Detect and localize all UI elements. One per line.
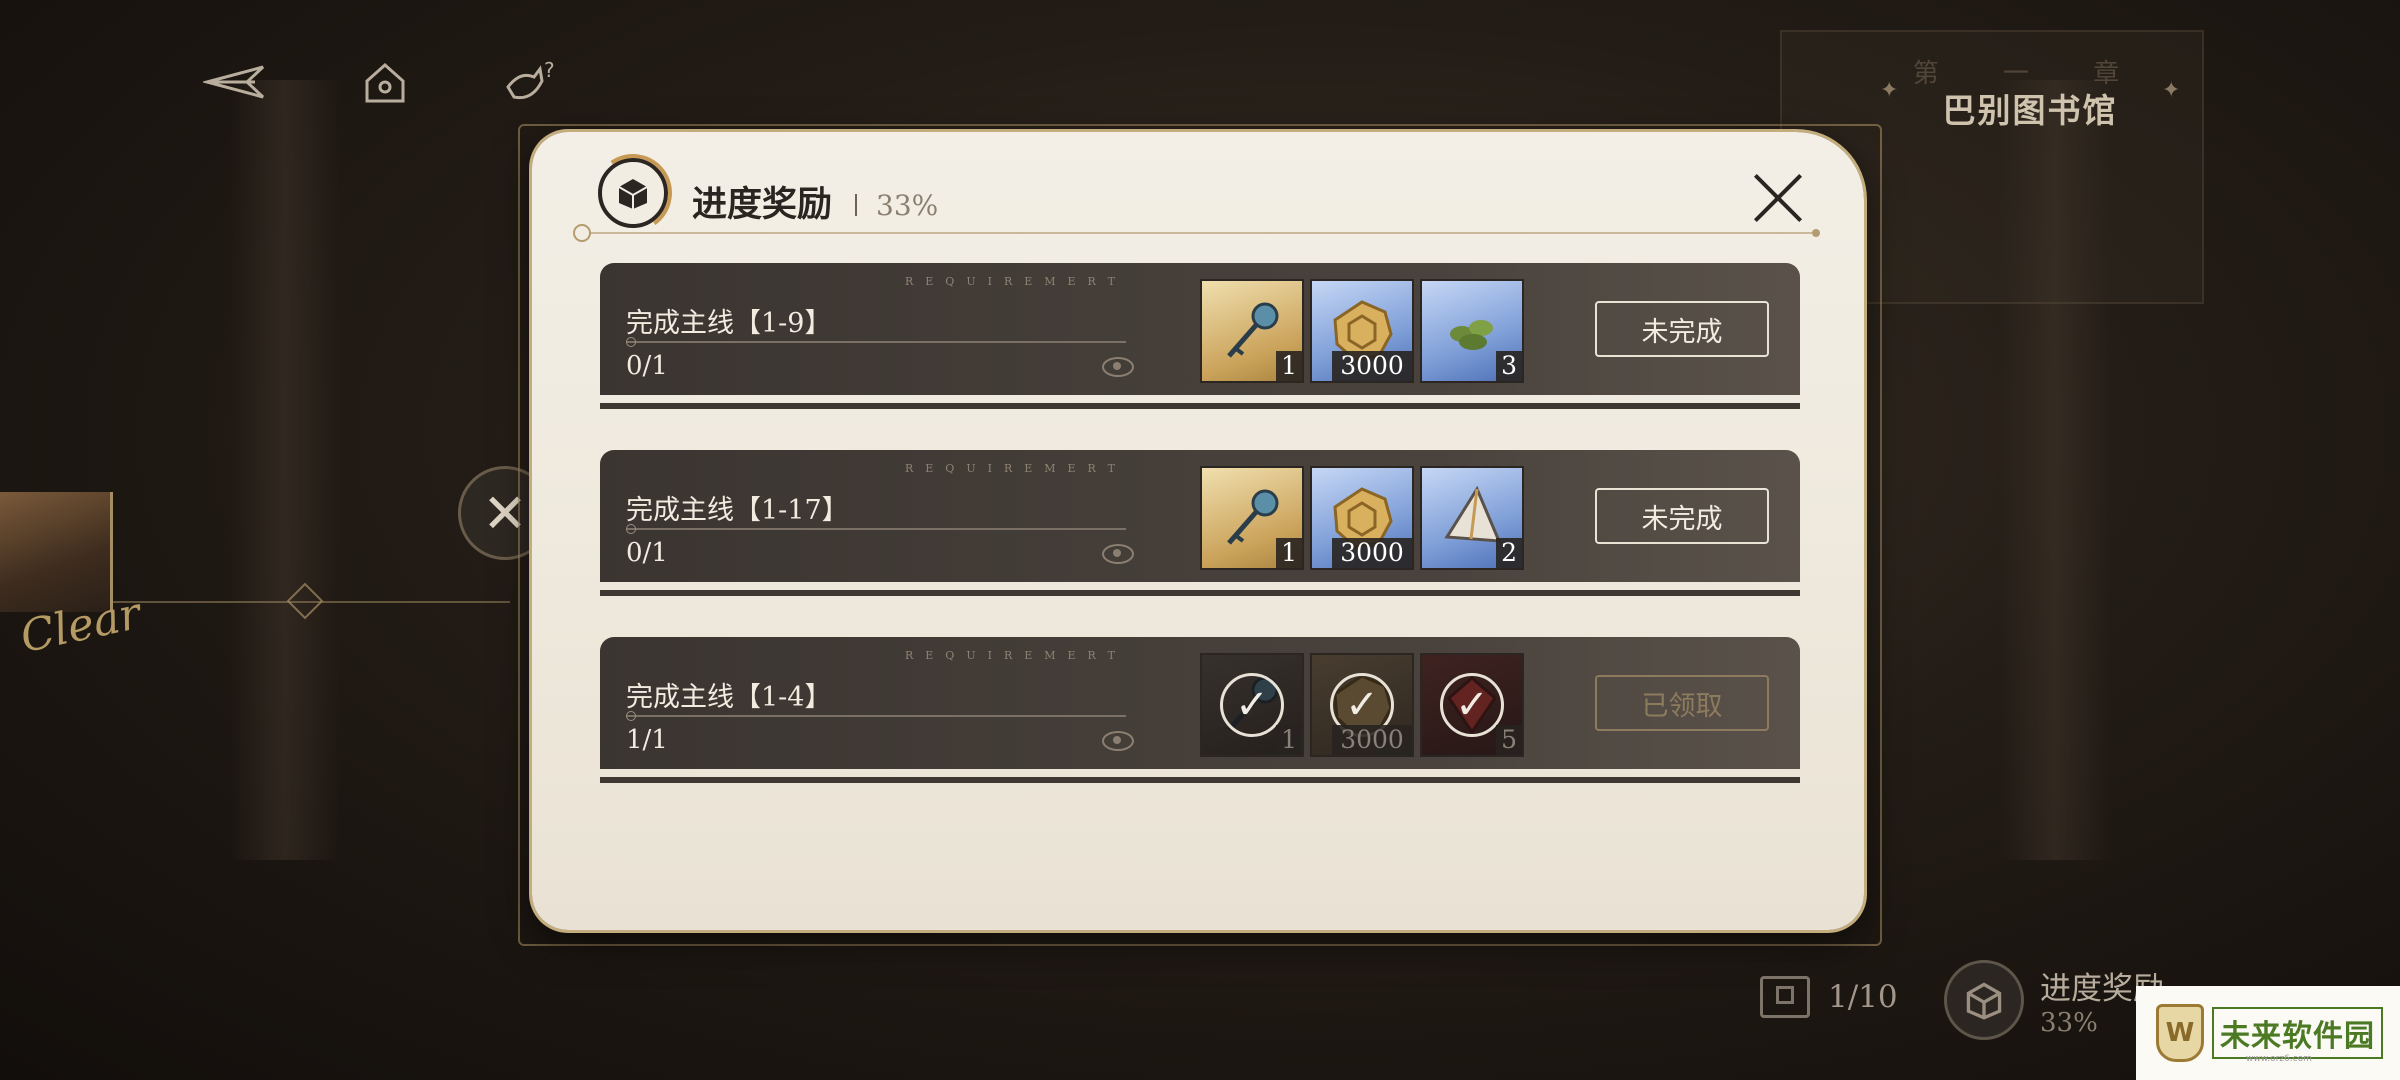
requirement-label: REQUIREMERT [905,462,1127,475]
stage-counter-value: 1/10 [1828,979,1898,1015]
stage-thumbnail[interactable] [0,492,113,612]
reward-item-coin[interactable]: 3000 [1310,279,1414,383]
reward-box-icon [1944,960,2024,1040]
task-name: 完成主线【1-9】 [626,308,832,339]
task-progress-line [626,711,1126,721]
checkmark-icon: ✓ [1440,673,1504,737]
reward-item-key-claimed[interactable]: ✓ 1 [1200,653,1304,757]
modal-title: 进度奖励 [692,184,833,225]
task-progress: 0/1 [626,538,668,568]
background-pillar [230,80,340,860]
eye-icon[interactable] [1102,544,1134,564]
close-icon[interactable] [1752,172,1804,224]
task-progress: 0/1 [626,351,668,381]
task-progress-line [626,337,1126,347]
task-row: REQUIREMERT 完成主线【1-17】 0/1 1 3000 2 未完成 [600,450,1800,596]
home-icon [365,62,405,103]
back-button[interactable] [200,52,270,112]
ticket-icon [1760,976,1810,1018]
modal-percent: 33% [876,189,939,222]
header-divider [582,232,1818,234]
back-arrow-icon [203,65,265,99]
stage-counter[interactable]: 1/10 [1760,976,1898,1018]
help-button[interactable]: ? [495,52,565,112]
reward-qty: 3000 [1332,351,1412,381]
bird-help-icon: ? [506,58,555,100]
progress-reward-entry[interactable]: 进度奖励 33% [1944,960,2164,1040]
reward-qty: 1 [1276,725,1302,755]
task-status-button[interactable]: 未完成 [1595,301,1769,357]
svg-text:?: ? [544,58,555,82]
task-name: 完成主线【1-17】 [626,495,849,526]
eye-icon[interactable] [1102,731,1134,751]
task-name: 完成主线【1-4】 [626,682,832,713]
reward-qty: 3 [1496,351,1522,381]
stage-title: 第 一 章 巴别图书馆 [1880,60,2180,132]
task-row: REQUIREMERT 完成主线【1-4】 1/1 ✓ 1 ✓ 3000 ✓ 5… [600,637,1800,783]
reward-qty: 2 [1496,538,1522,568]
reward-qty: 3000 [1332,538,1412,568]
reward-item-gem-claimed[interactable]: ✓ 5 [1420,653,1524,757]
sparkle-icon: ✦ [2162,78,2181,103]
reward-item-coin[interactable]: 3000 [1310,466,1414,570]
watermark-text: 未来软件园 [2212,1007,2383,1059]
home-button[interactable] [350,52,420,112]
title-separator [855,194,857,216]
reward-box-icon [598,158,668,228]
eye-icon[interactable] [1102,357,1134,377]
reward-item-herb[interactable]: 3 [1420,279,1524,383]
reward-qty: 1 [1276,538,1302,568]
reward-item-prism[interactable]: 2 [1420,466,1524,570]
reward-qty: 3000 [1332,725,1412,755]
reward-qty: 5 [1496,725,1522,755]
divider-node [1812,229,1820,237]
reward-qty: 1 [1276,351,1302,381]
task-progress: 1/1 [626,725,668,755]
reward-item-key[interactable]: 1 [1200,466,1304,570]
watermark: W 未来软件园 www.orz6.com [2136,986,2400,1080]
watermark-url: www.orz6.com [2246,1054,2312,1064]
requirement-label: REQUIREMERT [905,649,1127,662]
stage-name: 巴别图书馆 [1942,91,2118,130]
task-status-button[interactable]: 未完成 [1595,488,1769,544]
divider-node [573,224,591,242]
task-row: REQUIREMERT 完成主线【1-9】 0/1 1 3000 3 未完成 [600,263,1800,409]
reward-item-key[interactable]: 1 [1200,279,1304,383]
checkmark-icon: ✓ [1220,673,1284,737]
task-status-button[interactable]: 已领取 [1595,675,1769,731]
requirement-label: REQUIREMERT [905,275,1127,288]
reward-item-coin-claimed[interactable]: ✓ 3000 [1310,653,1414,757]
watermark-logo-icon: W [2156,1004,2204,1062]
task-progress-line [626,524,1126,534]
